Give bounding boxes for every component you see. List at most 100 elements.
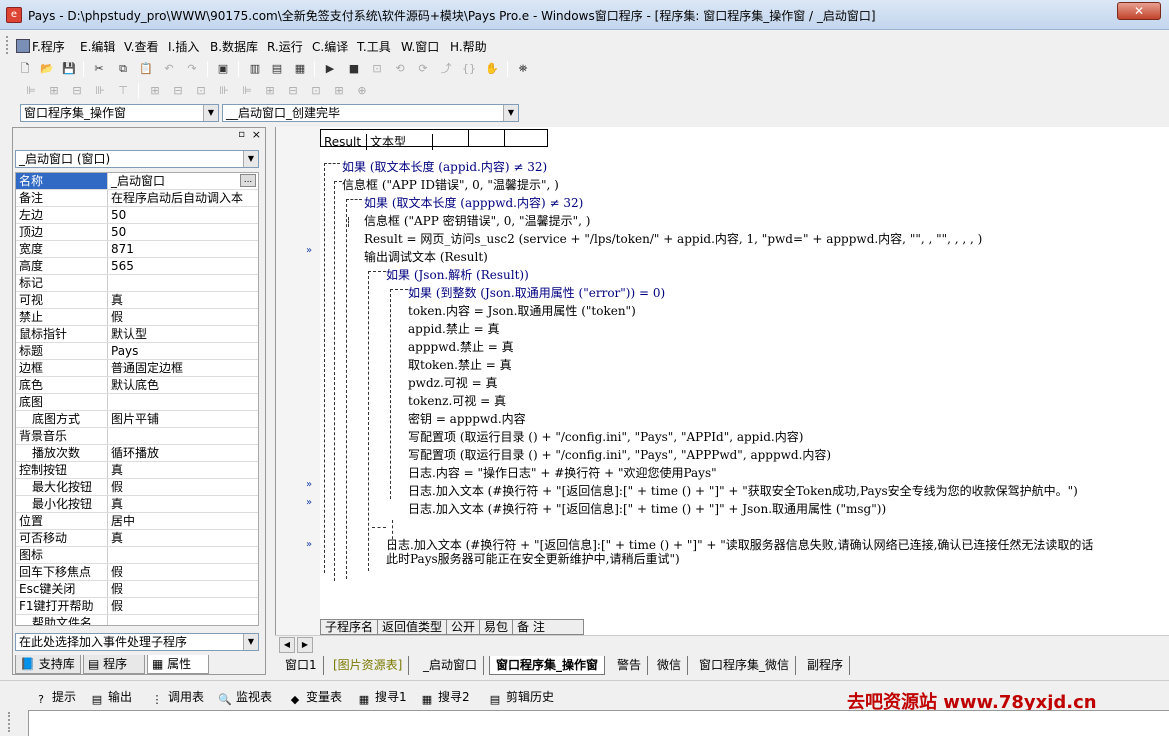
layout-icon[interactable]: ▥ [246, 60, 264, 78]
property-value[interactable] [109, 428, 258, 444]
menu-compile[interactable]: C.编译 [312, 38, 348, 55]
property-row[interactable]: 标记 [16, 275, 258, 292]
property-row[interactable]: F1键打开帮助假 [16, 598, 258, 615]
send-back-icon[interactable]: ⊞ [330, 82, 348, 100]
output-tab[interactable]: ? 提示 [34, 688, 76, 707]
menu-run[interactable]: R.运行 [267, 38, 303, 55]
horizontal-scrollbar[interactable]: ◀ ▶ [275, 635, 1169, 653]
var-type-cell[interactable]: 文本型 [367, 134, 433, 150]
menu-database[interactable]: B.数据库 [210, 38, 258, 55]
find-icon[interactable]: ▣ [214, 60, 232, 78]
code-line[interactable]: 输出调试文本 (Result) [364, 248, 488, 266]
menu-view[interactable]: V.查看 [124, 38, 158, 55]
scroll-left-icon[interactable]: ◀ [279, 637, 295, 653]
lock-icon[interactable]: ⊕ [353, 82, 371, 100]
property-row[interactable]: Esc键关闭假 [16, 581, 258, 598]
same-size-icon[interactable]: ⊡ [192, 82, 210, 100]
property-value[interactable]: 50 [109, 207, 258, 223]
property-row[interactable]: 控制按钮真 [16, 462, 258, 479]
hand-icon[interactable]: ✋ [483, 60, 501, 78]
tab-properties[interactable]: ▦ 属性 [147, 655, 209, 674]
code-line[interactable]: 如果 (到整数 (Json.取通用属性 ("error")) = 0) [408, 284, 665, 302]
property-value[interactable]: 假 [109, 564, 258, 580]
panel-close-icon[interactable]: × [252, 128, 261, 141]
object-select[interactable]: _启动窗口 (窗口) ▼ [15, 150, 259, 168]
editor-tab[interactable]: 窗口程序集_操作窗 [489, 656, 606, 675]
layout-split-icon[interactable]: ▤ [268, 60, 286, 78]
stop-icon[interactable]: ■ [345, 60, 363, 78]
var-static-cell[interactable] [433, 130, 469, 146]
property-value[interactable]: 真 [109, 496, 258, 512]
editor-tab[interactable]: 副程序 [801, 656, 851, 675]
col-note[interactable]: 备 注 [513, 620, 583, 634]
editor-tab[interactable]: 警告 [611, 656, 649, 675]
property-row[interactable]: 底图 [16, 394, 258, 411]
run-icon[interactable]: ▶ [321, 60, 339, 78]
redo-icon[interactable]: ↷ [183, 60, 201, 78]
code-line[interactable]: token.内容 = Json.取通用属性 ("token") [408, 302, 636, 320]
layout-grid-icon[interactable]: ▦ [291, 60, 309, 78]
property-row[interactable]: 可否移动真 [16, 530, 258, 547]
property-value[interactable]: Pays [109, 343, 258, 359]
event-select[interactable]: 在此处选择加入事件处理子程序 ▼ [15, 633, 259, 651]
property-value[interactable] [109, 275, 258, 291]
align-left-icon[interactable]: ⊫ [22, 82, 40, 100]
property-value[interactable]: 假 [109, 479, 258, 495]
property-row[interactable]: 备注 在程序启动后自动调入本 [16, 190, 258, 207]
col-package[interactable]: 易包 [480, 620, 514, 634]
property-row[interactable]: 图标 [16, 547, 258, 564]
new-file-icon[interactable]: 🗋 [16, 60, 34, 78]
h-space-icon[interactable]: ⊪ [215, 82, 233, 100]
property-value[interactable]: 图片平铺 [109, 411, 258, 427]
code-line[interactable]: 写配置项 (取运行目录 () + "/config.ini", "Pays", … [408, 446, 831, 464]
save-icon[interactable]: 💾 [60, 60, 78, 78]
property-value[interactable]: 假 [109, 309, 258, 325]
property-row[interactable]: 边框 普通固定边框 [16, 360, 258, 377]
code-line[interactable]: 如果 (取文本长度 (apppwd.内容) ≠ 32) [364, 194, 583, 212]
code-line[interactable]: 如果 (取文本长度 (appid.内容) ≠ 32) [342, 158, 547, 176]
var-note-cell[interactable] [505, 130, 543, 146]
property-row[interactable]: 帮助文件名 [16, 615, 258, 625]
property-value[interactable]: 565 [109, 258, 258, 274]
var-name-cell[interactable]: Result [321, 134, 367, 150]
property-value[interactable]: 普通固定边框 [109, 360, 258, 376]
editor-tab[interactable]: 微信 [651, 656, 689, 675]
property-value[interactable]: 真 [109, 462, 258, 478]
menu-window[interactable]: W.窗口 [401, 38, 439, 55]
code-line[interactable]: 信息框 ("APP 密钥错误", 0, "温馨提示", ) [364, 212, 590, 230]
center-h-icon[interactable]: ⊞ [261, 82, 279, 100]
menu-insert[interactable]: I.插入 [168, 38, 199, 55]
property-value[interactable]: 真 [109, 292, 258, 308]
property-row[interactable]: 底色 默认底色 [16, 377, 258, 394]
menu-program[interactable]: F.程序 [16, 38, 65, 55]
output-area[interactable] [28, 710, 1169, 736]
undo-icon[interactable]: ↶ [160, 60, 178, 78]
code-line[interactable]: 此时Pays服务器可能正在安全更新维护中,请稍后重试") [386, 550, 680, 568]
property-row[interactable]: 回车下移焦点假 [16, 564, 258, 581]
open-folder-icon[interactable]: 📂 [38, 60, 56, 78]
code-line[interactable]: 日志.内容 = "操作日志" + #换行符 + "欢迎您使用Pays" [408, 464, 717, 482]
assembly-select[interactable]: 窗口程序集_操作窗 ▼ [20, 104, 219, 122]
code-line[interactable]: 信息框 ("APP ID错误", 0, "温馨提示", ) [342, 176, 559, 194]
pin-icon[interactable]: ▫ [238, 129, 245, 140]
output-tab[interactable]: ◆ 变量表 [288, 688, 342, 707]
var-array-cell[interactable] [469, 130, 505, 146]
editor-tab[interactable]: _启动窗口 [417, 656, 485, 675]
col-public[interactable]: 公开 [447, 620, 481, 634]
menu-tools[interactable]: T.工具 [357, 38, 391, 55]
property-row[interactable]: 背景音乐 [16, 428, 258, 445]
breakpoint-marker[interactable]: » [306, 476, 312, 494]
property-value[interactable]: 871 [109, 241, 258, 257]
tab-program[interactable]: ▤ 程序 [83, 655, 145, 674]
step-into-icon[interactable]: ⟲ [391, 60, 409, 78]
output-tab[interactable]: ▦ 搜寻2 [420, 688, 470, 707]
code-line[interactable]: appid.禁止 = 真 [408, 320, 500, 338]
code-line[interactable]: Result = 网页_访问s_usc2 (service + "/lps/to… [364, 230, 982, 248]
same-height-icon[interactable]: ⊟ [169, 82, 187, 100]
step-icon[interactable]: ⊡ [368, 60, 386, 78]
breakpoint-marker[interactable]: » [306, 242, 312, 260]
code-editor[interactable]: Result 文本型 如果 (取文本长度 (appid.内容) ≠ 32) 信息框 … [275, 127, 1169, 635]
output-tab[interactable]: ▤ 输出 [90, 688, 132, 707]
property-row[interactable]: 可视真 [16, 292, 258, 309]
menu-edit[interactable]: E.编辑 [80, 38, 115, 55]
